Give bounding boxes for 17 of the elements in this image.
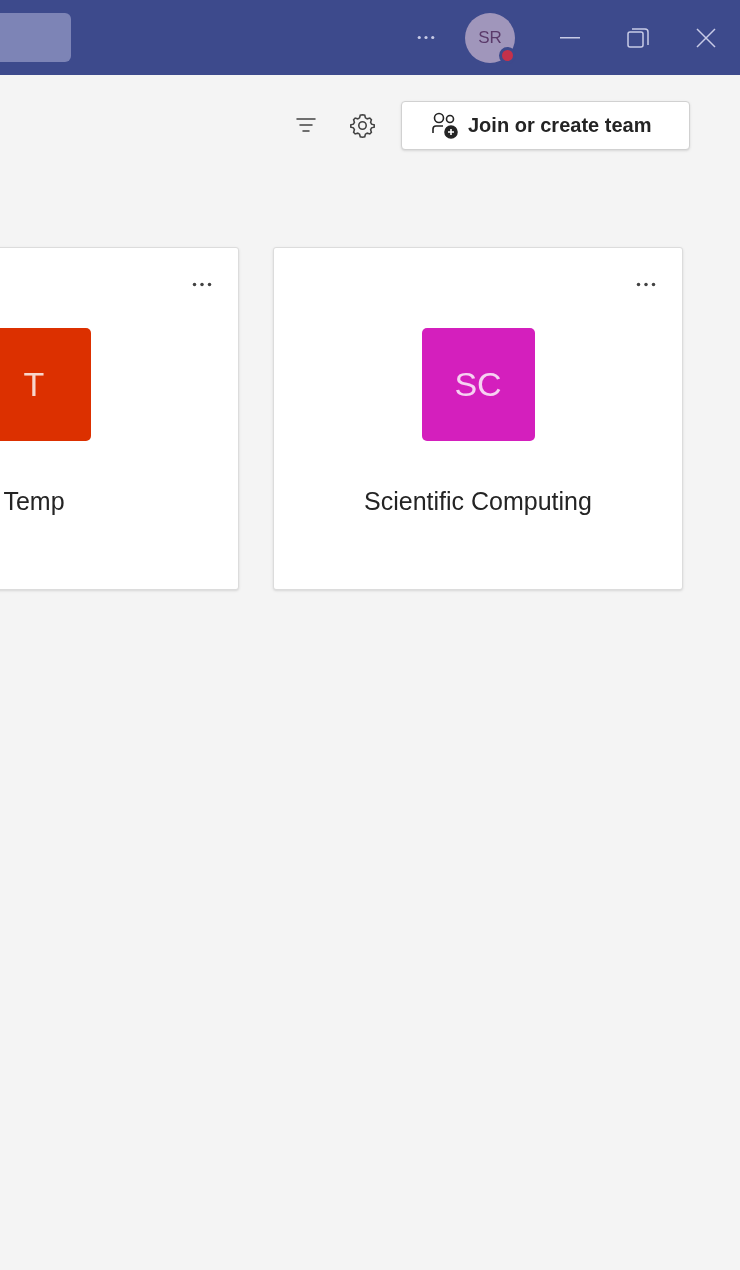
- people-add-icon: [431, 111, 459, 139]
- minimize-icon[interactable]: [560, 36, 580, 39]
- team-avatar: SC: [421, 328, 535, 441]
- more-icon[interactable]: [417, 35, 435, 40]
- settings-icon[interactable]: [349, 111, 376, 139]
- team-name: Scientific Computing: [364, 486, 592, 517]
- more-options-icon[interactable]: [192, 282, 212, 287]
- filter-icon[interactable]: [296, 118, 316, 132]
- search-field[interactable]: [0, 13, 71, 62]
- team-avatar: T: [0, 328, 91, 441]
- team-card[interactable]: SC Scientific Computing: [273, 247, 683, 590]
- team-name: Temp: [3, 486, 65, 517]
- more-options-icon[interactable]: [636, 282, 656, 287]
- join-or-create-team-button[interactable]: Join or create team: [401, 100, 690, 150]
- close-icon[interactable]: [696, 27, 716, 48]
- team-card[interactable]: T Temp: [0, 247, 239, 590]
- restore-icon[interactable]: [627, 26, 649, 49]
